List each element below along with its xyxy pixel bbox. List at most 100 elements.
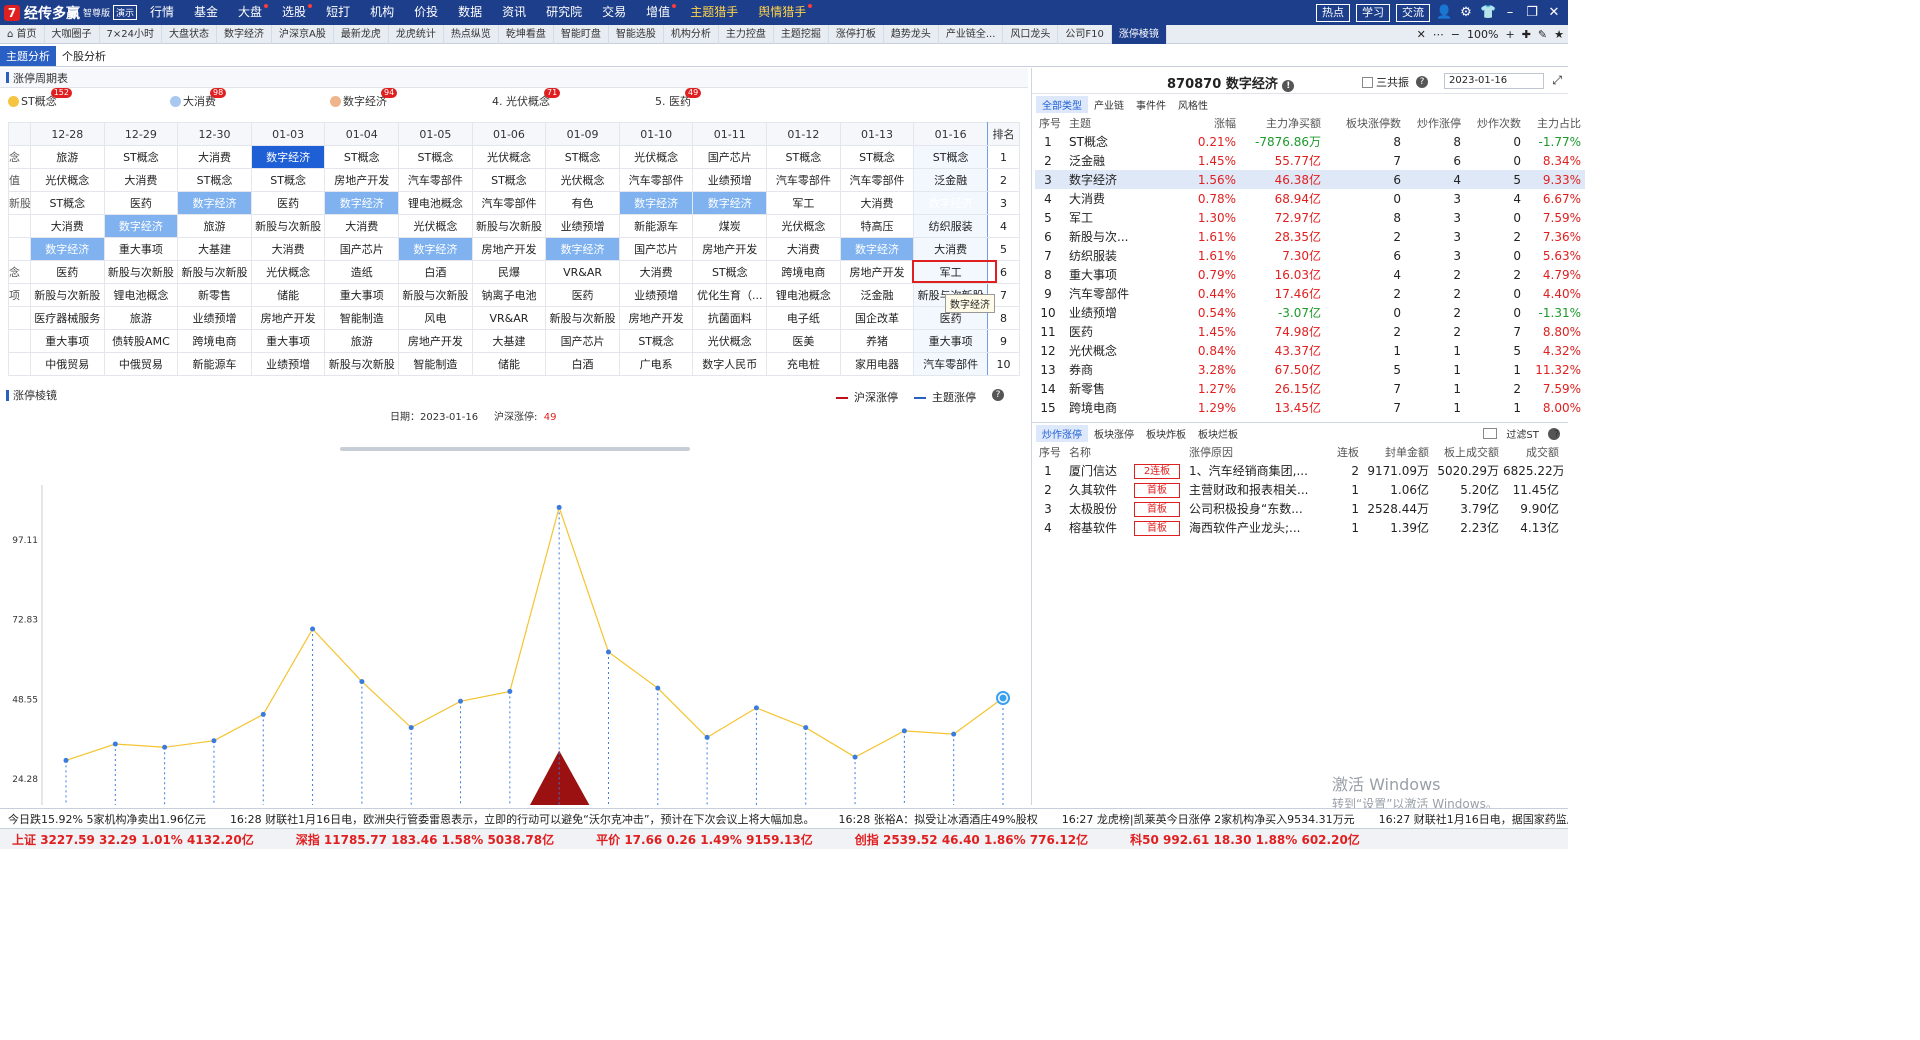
page-tab[interactable]: 涨停棱镜 [1111,24,1167,44]
theme-cell[interactable]: 新股与次新股 [177,260,252,284]
theme-cell[interactable]: 数字经济 [250,145,326,169]
theme-chip[interactable]: 大消费 98 [170,88,227,109]
theme-cell[interactable]: 光伏概念 [30,168,105,192]
theme-cell[interactable]: 电子纸 [766,306,841,330]
menu-item[interactable]: 基金 [184,0,228,25]
theme-cell[interactable]: 光伏概念 [692,329,768,353]
theme-cell[interactable]: ST概念 [471,168,547,192]
date-header[interactable]: 01-10 [618,122,694,146]
theme-row[interactable]: 2 泛金融 1.45% 55.77亿 7 6 0 8.34% [1035,151,1585,170]
theme-filter-tab[interactable]: 产业链 [1088,96,1130,113]
date-header[interactable]: 12-30 [177,122,252,146]
theme-cell[interactable]: 大消费 [766,237,841,261]
stock-list-tab[interactable]: 炒作涨停 [1036,424,1088,442]
date-header[interactable]: 01-11 [692,122,768,146]
theme-cell[interactable]: 数字经济 [618,191,694,215]
restore-icon[interactable]: ❐ [1524,5,1540,20]
collapse-icon[interactable]: ⤢ [1552,73,1562,88]
help-icon[interactable]: ? [1548,427,1560,440]
theme-cell[interactable]: 大基建 [177,237,252,261]
theme-cell[interactable]: 抗菌面料 [692,306,768,330]
menu-item[interactable]: 机构 [360,0,404,25]
theme-cell[interactable]: 新股与次新股 [545,306,620,330]
help-icon[interactable]: ? [1416,76,1428,88]
page-tab[interactable]: 智能盯盘 [554,24,609,44]
theme-row[interactable]: 11 医药 1.45% 74.98亿 2 2 7 8.80% [1035,322,1585,341]
theme-cell[interactable]: 数字经济 [30,237,105,261]
theme-cell[interactable]: 新能源车 [177,352,252,376]
theme-row[interactable]: 7 纺织服装 1.61% 7.30亿 6 3 0 5.63% [1035,246,1585,265]
page-tab[interactable]: 机构分析 [664,24,719,44]
page-tab[interactable]: 大盘状态 [162,24,217,44]
theme-cell[interactable]: 大消费 [103,168,179,192]
triple-resonance-toggle[interactable]: 三共振 ? [1362,74,1428,90]
theme-cell[interactable]: 大消费 [30,214,105,238]
page-tab[interactable]: 沪深京A股 [272,24,334,44]
menu-item[interactable]: 研究院 [536,0,592,25]
page-tab[interactable]: 公司F10 [1058,24,1112,44]
theme-cell[interactable]: 汽车零部件 [913,352,988,376]
column-header[interactable]: 序号 [1035,443,1065,461]
theme-cell[interactable]: ST概念 [839,145,915,169]
theme-cell[interactable]: 特高压 [839,214,915,238]
theme-row[interactable]: 6 新股与次... 1.61% 28.35亿 2 3 2 7.36% [1035,227,1585,246]
theme-cell[interactable]: 旅游 [177,214,252,238]
date-header[interactable]: 01-06 [471,122,547,146]
theme-cell[interactable]: 光伏概念 [766,214,841,238]
menu-item[interactable]: 交易 [592,0,636,25]
theme-cell[interactable]: 新股与次新股 [30,283,105,307]
column-header[interactable]: 主题 [1065,114,1185,132]
theme-cell[interactable]: 新股与次新股 [398,283,473,307]
menu-item[interactable]: 短打 [316,0,360,25]
theme-cell[interactable]: ST概念 [103,145,179,169]
page-tab[interactable]: 7×24小时 [100,24,162,44]
page-tab[interactable]: 趋势龙头 [884,24,939,44]
date-header[interactable]: 01-04 [324,122,400,146]
theme-cell[interactable]: 储能 [250,283,326,307]
theme-cell[interactable]: 汽车零部件 [398,168,473,192]
theme-cell[interactable]: 有色 [545,191,620,215]
theme-cell[interactable]: 房地产开发 [692,237,768,261]
menu-item[interactable]: 数据 [448,0,492,25]
theme-cell[interactable]: 数字经济 [398,237,473,261]
column-header[interactable]: 成交额 [1503,443,1563,461]
theme-cell[interactable]: 煤炭 [692,214,768,238]
index-item[interactable]: 创指 2539.52 46.40 1.86% 776.12亿 [855,831,1088,848]
page-tab[interactable]: 最新龙虎 [334,24,389,44]
theme-cell[interactable]: 医药 [250,191,326,215]
theme-cell[interactable]: 大消费 [250,237,326,261]
theme-cell[interactable]: 充电桩 [766,352,841,376]
skin-icon[interactable]: 👕 [1480,5,1496,20]
theme-cell[interactable]: 钠离子电池 [471,283,547,307]
minimize-icon[interactable]: – [1502,5,1518,20]
theme-cell[interactable]: 数字经济 [103,214,179,238]
column-header[interactable]: 涨幅 [1185,114,1240,132]
page-tab[interactable]: 热点纵览 [444,24,499,44]
date-header[interactable]: 01-13 [839,122,915,146]
more-icon[interactable]: ⋯ [1433,25,1444,44]
theme-cell[interactable]: 业绩预增 [692,168,768,192]
theme-cell[interactable]: 中俄贸易 [30,352,105,376]
theme-cell[interactable]: 大消费 [839,191,915,215]
menu-item[interactable]: 大盘 [228,0,272,25]
page-tab[interactable]: 智能选股 [609,24,664,44]
page-tab[interactable]: 大咖圈子 [45,24,100,44]
theme-chip[interactable]: 数字经济 94 [330,88,398,109]
theme-cell[interactable]: 国产芯片 [324,237,400,261]
theme-cell[interactable]: 新能源车 [618,214,694,238]
theme-cell[interactable]: ST概念 [618,329,694,353]
theme-cell[interactable]: 新股与次新股 [103,260,179,284]
page-tab[interactable]: 乾坤看盘 [499,24,554,44]
date-header[interactable]: 01-05 [398,122,473,146]
theme-cell[interactable]: 医药 [103,191,179,215]
theme-cell[interactable]: 重大事项 [103,237,179,261]
close-icon[interactable]: ✕ [1546,5,1562,20]
filter-st-toggle[interactable]: 过滤ST ? [1483,425,1560,442]
theme-cell[interactable]: 光伏概念 [471,145,547,169]
tab-theme-analysis[interactable]: 主题分析 [0,46,56,66]
theme-filter-tab[interactable]: 事件件 [1130,96,1172,113]
settings-icon[interactable]: ⚙ [1458,5,1474,20]
theme-cell[interactable]: 新股与次新股 [471,214,547,238]
menu-item[interactable]: 增值 [636,0,680,25]
star-icon[interactable]: ★ [1554,25,1564,44]
